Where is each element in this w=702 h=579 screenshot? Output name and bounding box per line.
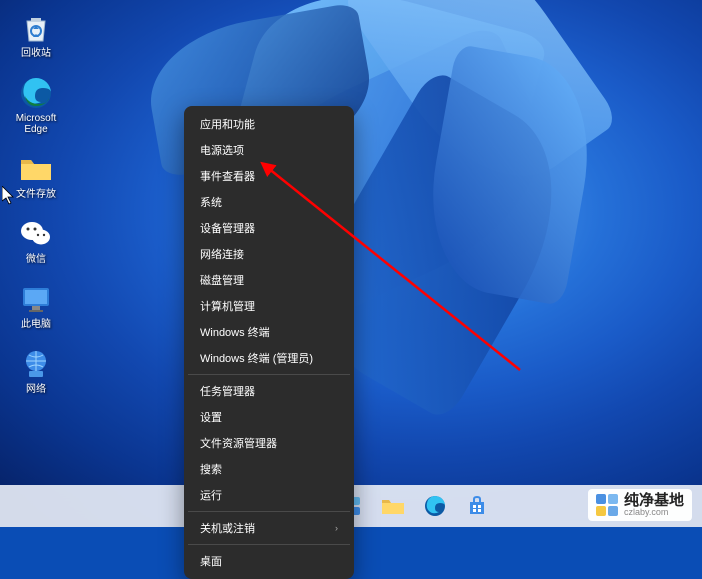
menu-disk-management[interactable]: 磁盘管理 (186, 267, 352, 293)
desktop-icon-label: 回收站 (21, 48, 51, 59)
trash-icon (18, 10, 54, 46)
desktop-icon-label: 网络 (26, 384, 46, 395)
watermark-title: 纯净基地 (624, 493, 684, 508)
menu-settings[interactable]: 设置 (186, 404, 352, 430)
desktop-icon-label: Microsoft Edge (10, 113, 62, 135)
menu-file-explorer[interactable]: 文件资源管理器 (186, 430, 352, 456)
menu-separator (188, 544, 350, 545)
this-pc-icon[interactable]: 此电脑 (8, 279, 64, 332)
winx-context-menu: 应用和功能 电源选项 事件查看器 系统 设备管理器 网络连接 磁盘管理 计算机管… (184, 106, 354, 579)
folder-icon (18, 151, 54, 187)
edge-icon[interactable]: Microsoft Edge (8, 73, 64, 137)
menu-separator (188, 511, 350, 512)
store-icon (466, 495, 488, 517)
watermark-logo-icon (596, 494, 618, 516)
menu-separator (188, 374, 350, 375)
cursor-icon (2, 186, 18, 206)
menu-device-manager[interactable]: 设备管理器 (186, 215, 352, 241)
recycle-bin-icon[interactable]: 回收站 (8, 8, 64, 61)
menu-event-viewer[interactable]: 事件查看器 (186, 163, 352, 189)
menu-task-manager[interactable]: 任务管理器 (186, 378, 352, 404)
desktop-icon-label: 文件存放 (16, 189, 56, 200)
chevron-right-icon: › (335, 523, 338, 533)
watermark: 纯净基地 czlaby.com (588, 489, 692, 521)
watermark-url: czlaby.com (624, 508, 684, 517)
menu-computer-management[interactable]: 计算机管理 (186, 293, 352, 319)
menu-search[interactable]: 搜索 (186, 456, 352, 482)
menu-apps-features[interactable]: 应用和功能 (186, 111, 352, 137)
store-button[interactable] (459, 488, 495, 524)
chat-icon (18, 216, 54, 252)
menu-power-options[interactable]: 电源选项 (186, 137, 352, 163)
menu-run[interactable]: 运行 (186, 482, 352, 508)
browser-icon (18, 75, 54, 111)
menu-windows-terminal-admin[interactable]: Windows 终端 (管理员) (186, 345, 352, 371)
menu-system[interactable]: 系统 (186, 189, 352, 215)
explorer-button[interactable] (375, 488, 411, 524)
menu-desktop[interactable]: 桌面 (186, 548, 352, 574)
network-icon[interactable]: 网络 (8, 344, 64, 397)
wechat-icon[interactable]: 微信 (8, 214, 64, 267)
globe-icon (18, 346, 54, 382)
desktop-icon-label: 此电脑 (21, 319, 51, 330)
desktop-icon-label: 微信 (26, 254, 46, 265)
menu-windows-terminal[interactable]: Windows 终端 (186, 319, 352, 345)
monitor-icon (18, 281, 54, 317)
browser-icon (424, 495, 446, 517)
edge-taskbar-button[interactable] (417, 488, 453, 524)
menu-shutdown-signout[interactable]: 关机或注销› (186, 515, 352, 541)
folder-icon (381, 496, 405, 516)
menu-network-connections[interactable]: 网络连接 (186, 241, 352, 267)
